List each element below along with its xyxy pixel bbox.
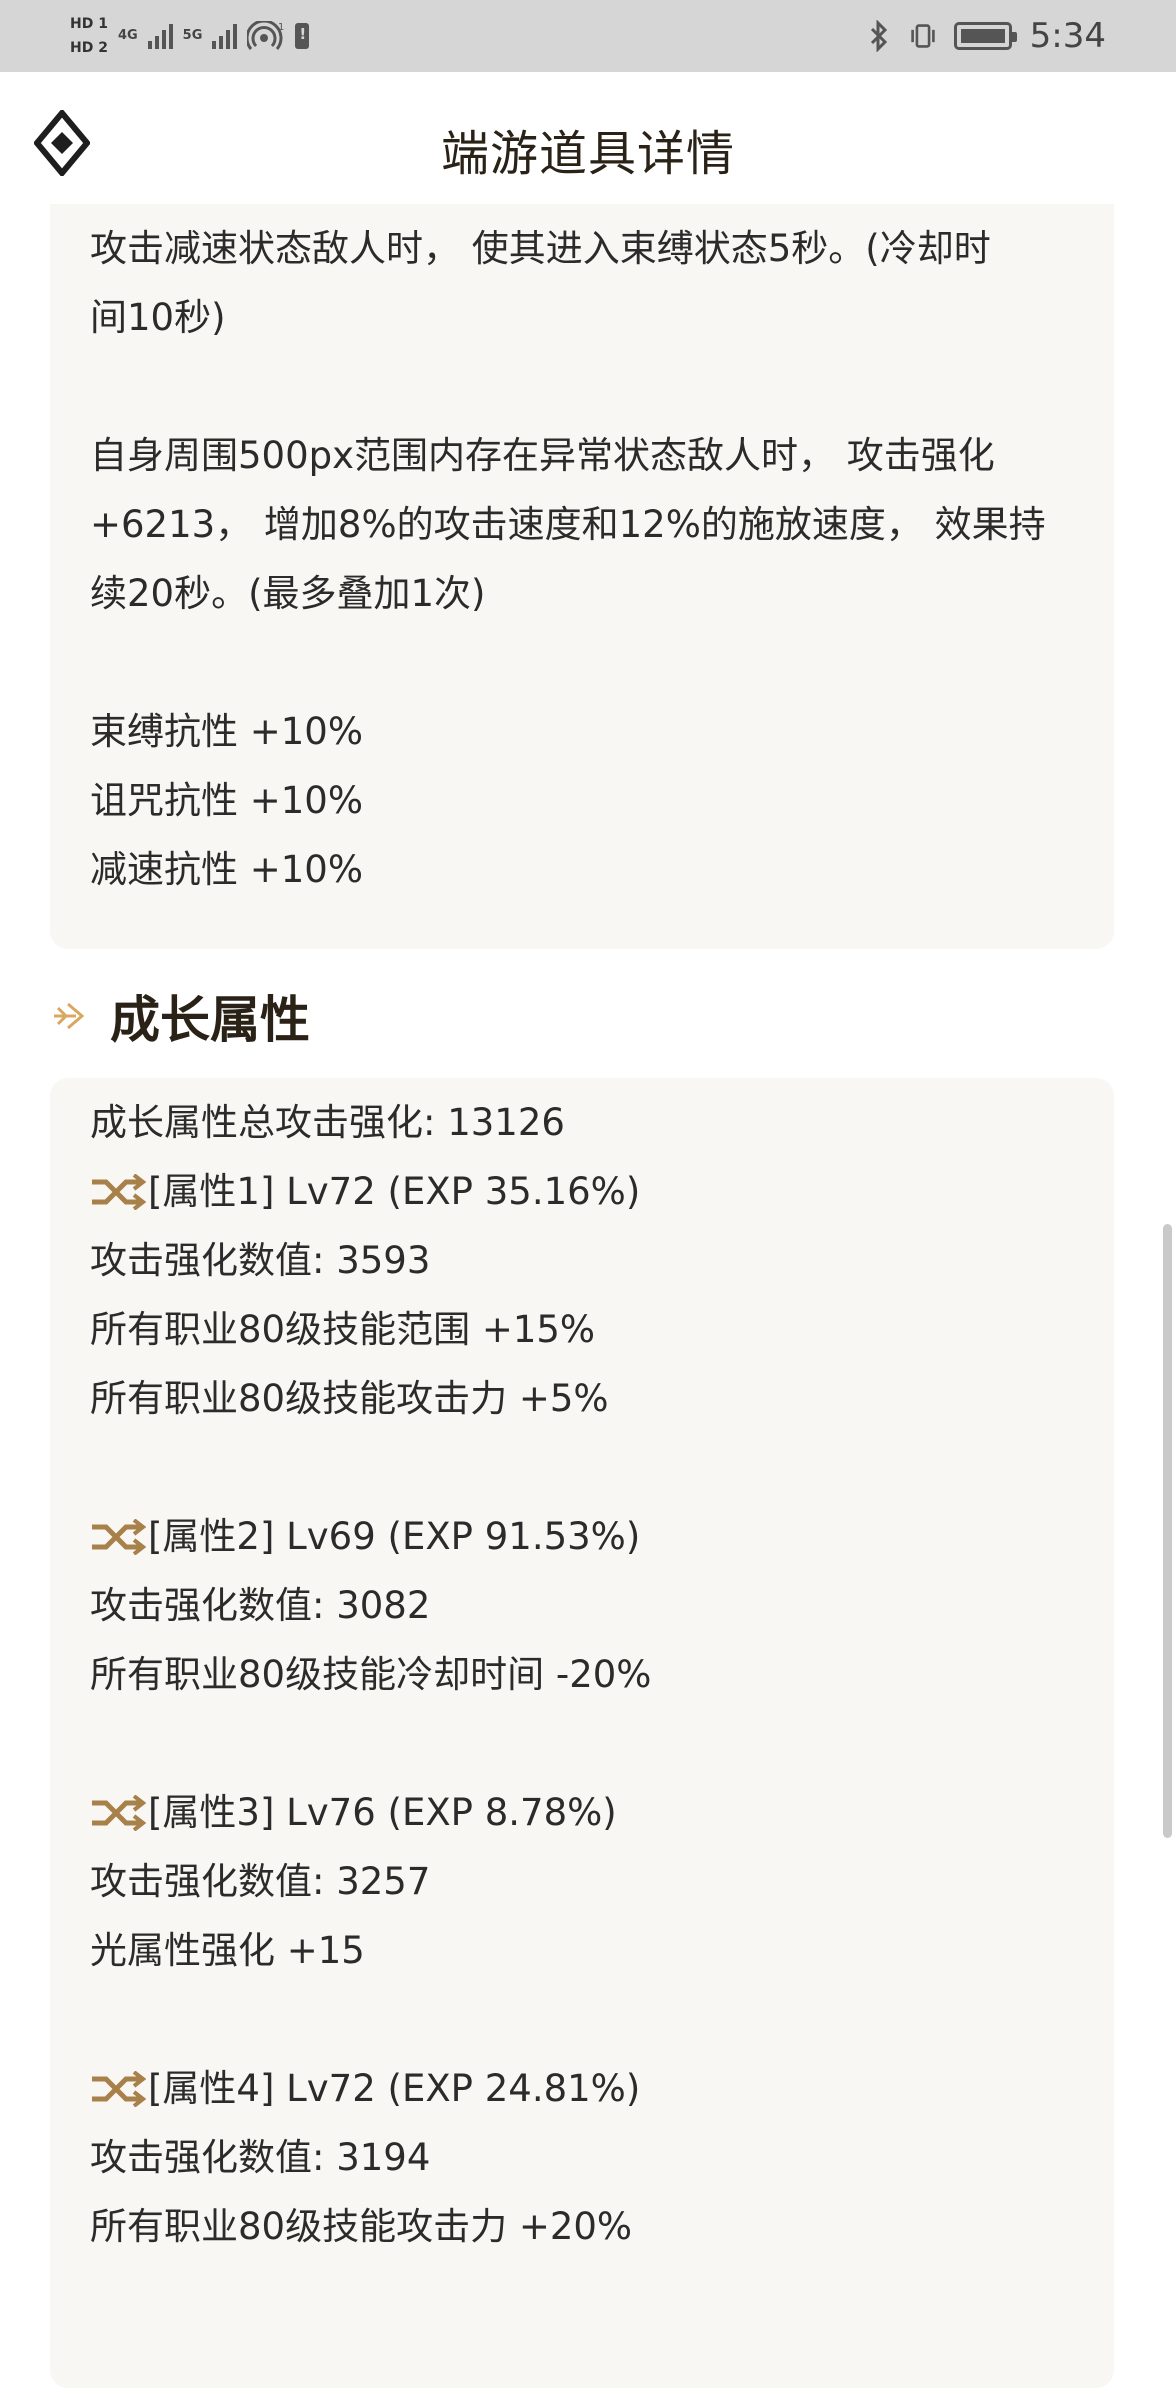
status-bar: HD 1 HD 2 4G 5G 1 5:34 (0, 0, 1176, 72)
attribute-header: [属性3] Lv76 (EXP 8.78%) (90, 1778, 617, 1847)
attribute-line: 攻击强化数值: 3082 (90, 1584, 431, 1627)
attribute-header: [属性4] Lv72 (EXP 24.81%) (90, 2054, 640, 2123)
network-4g-label: 4G (117, 28, 138, 43)
attribute-line: 攻击强化数值: 3194 (90, 2136, 431, 2179)
effect-line: 攻击减速状态敌人时， 使其进入束缚状态5秒。(冷却时 (90, 227, 991, 270)
attribute-line: 所有职业80级技能攻击力 +5% (90, 1377, 609, 1420)
hd2-indicator: HD 2 (70, 40, 108, 56)
shuffle-icon (92, 1518, 146, 1555)
page-title: 端游道具详情 (440, 126, 735, 182)
attribute-header-text: [属性1] Lv72 (EXP 35.16%) (148, 1170, 641, 1213)
effect-line: 自身周围500px范围内存在异常状态敌人时， 攻击强化 (90, 434, 995, 477)
attribute-line: 所有职业80级技能攻击力 +20% (90, 2205, 633, 2248)
network-5g-label: 5G (182, 28, 203, 43)
signal-1-icon (147, 23, 173, 49)
signal-2-icon (212, 23, 238, 49)
vibrate-icon (910, 24, 935, 48)
attribute-header-text: [属性4] Lv72 (EXP 24.81%) (148, 2067, 641, 2110)
clock: 5:34 (1029, 16, 1106, 56)
growth-section-title: 成长属性 (110, 991, 310, 1049)
effect-line: 续20秒。(最多叠加1次) (90, 572, 486, 615)
growth-total: 成长属性总攻击强化: 13126 (90, 1101, 565, 1144)
status-right: 5:34 (866, 0, 1106, 72)
shuffle-icon (92, 2070, 146, 2107)
hotspot-icon: 1 (247, 21, 285, 50)
attribute-line: 光属性强化 +15 (90, 1929, 365, 1972)
effect-line: +6213， 增加8%的攻击速度和12%的施放速度， 效果持 (90, 503, 1046, 546)
resist-line: 诅咒抗性 +10% (90, 779, 364, 822)
shuffle-icon (92, 1173, 146, 1210)
hd1-indicator: HD 1 (70, 16, 108, 32)
hotspot-count: 1 (278, 22, 284, 33)
detail-content[interactable]: 攻击减速状态敌人时， 使其进入束缚状态5秒。(冷却时 间10秒) 自身周围500… (0, 204, 1176, 2400)
effect-line: 间10秒) (90, 296, 226, 339)
attribute-header-text: [属性2] Lv69 (EXP 91.53%) (148, 1515, 641, 1558)
attribute-line: 所有职业80级技能冷却时间 -20% (90, 1653, 652, 1696)
scrollbar[interactable] (1163, 1224, 1172, 1838)
attribute-header: [属性2] Lv69 (EXP 91.53%) (90, 1502, 640, 1571)
hd-indicators: HD 1 HD 2 (70, 15, 108, 57)
resist-line: 束缚抗性 +10% (90, 710, 364, 753)
attribute-line: 所有职业80级技能范围 +15% (90, 1308, 596, 1351)
growth-section-header: 成长属性 (50, 976, 310, 1056)
attribute-header: [属性1] Lv72 (EXP 35.16%) (90, 1157, 640, 1226)
sim-alert-icon (295, 23, 310, 49)
attribute-line: 攻击强化数值: 3593 (90, 1239, 431, 1282)
bluetooth-icon (870, 20, 887, 52)
growth-card: 成长属性总攻击强化: 13126 [属性1] Lv72 (EXP 35.16%)… (50, 1078, 1114, 2388)
arrow-right-icon (54, 1002, 85, 1030)
effect-card: 攻击减速状态敌人时， 使其进入束缚状态5秒。(冷却时 间10秒) 自身周围500… (50, 204, 1114, 949)
attribute-line: 攻击强化数值: 3257 (90, 1860, 431, 1903)
battery-icon (953, 22, 1017, 50)
attribute-header-text: [属性3] Lv76 (EXP 8.78%) (148, 1791, 617, 1834)
status-left: HD 1 HD 2 4G 5G 1 (70, 8, 310, 64)
resist-line: 减速抗性 +10% (90, 848, 364, 891)
shuffle-icon (92, 1794, 146, 1831)
app-header: 端游道具详情 (0, 72, 1176, 214)
